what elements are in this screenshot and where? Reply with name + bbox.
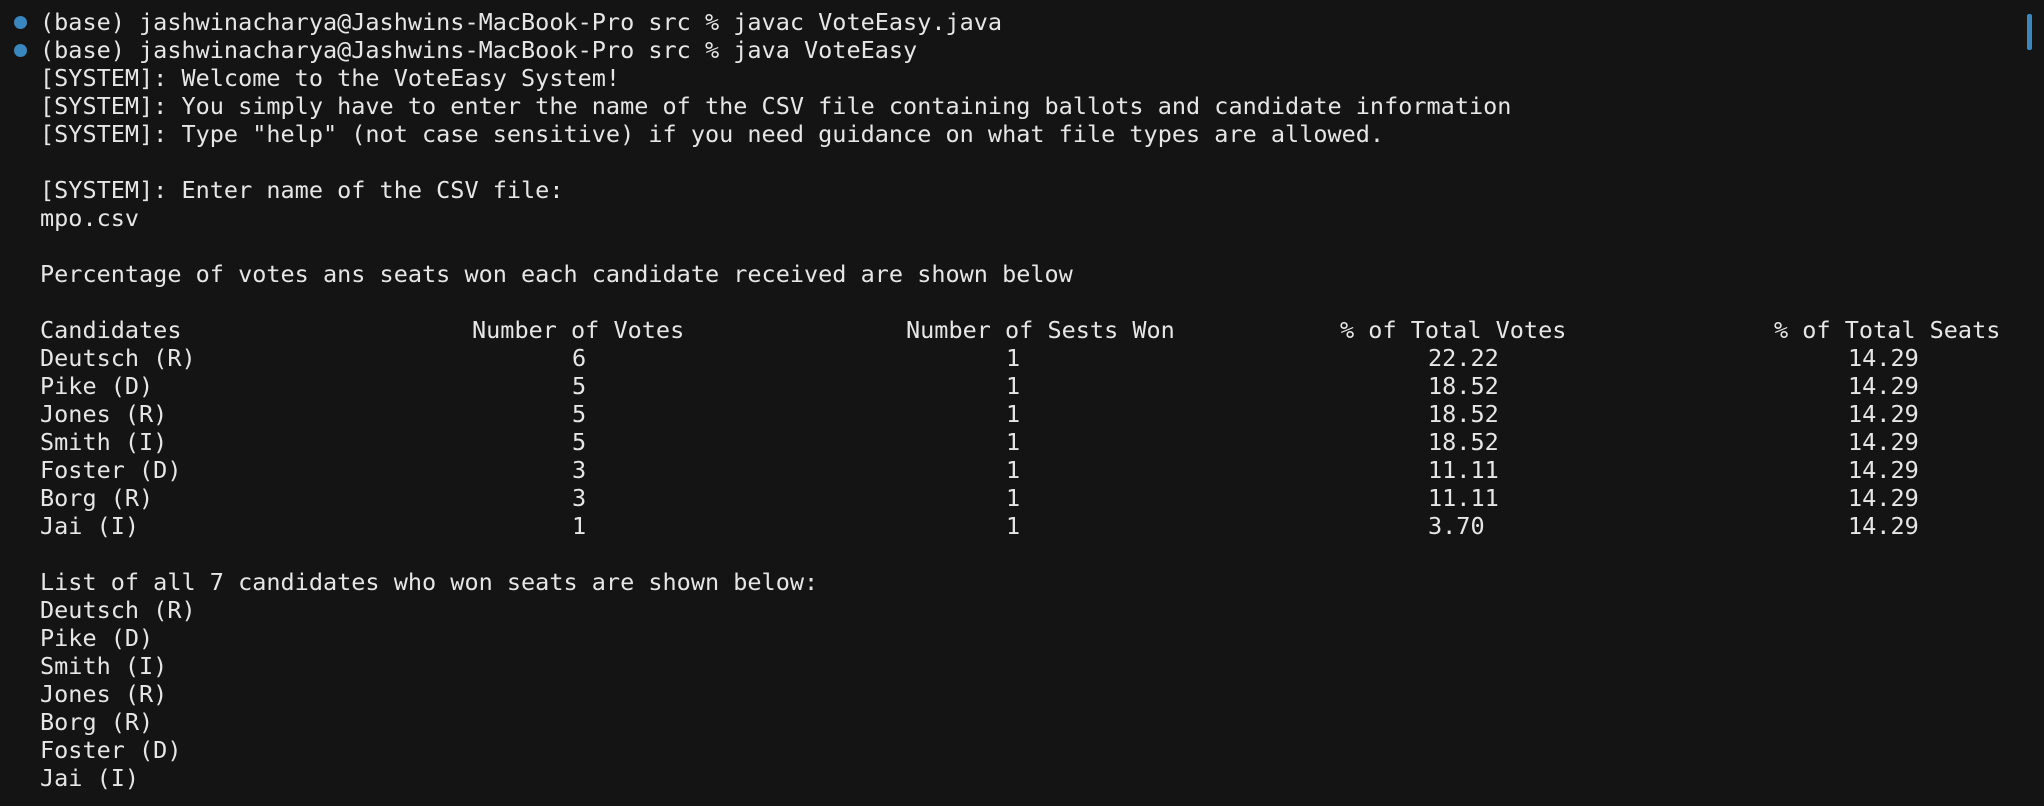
scrollbar-thumb[interactable]	[2027, 14, 2032, 50]
cell-votes: 6	[572, 344, 587, 372]
list-item: Borg (R)	[40, 708, 154, 736]
command-status-dot	[14, 16, 27, 29]
cell-votes: 1	[572, 512, 587, 540]
shell-prompt: (base) jashwinacharya@Jashwins-MacBook-P…	[40, 36, 734, 64]
cell-percent-votes: 18.52	[1428, 428, 1499, 456]
shell-prompt: (base) jashwinacharya@Jashwins-MacBook-P…	[40, 8, 734, 36]
cell-seats: 1	[1006, 344, 1021, 372]
cell-votes: 5	[572, 372, 587, 400]
list-item: Jai (I)	[40, 764, 140, 792]
results-intro-text: Percentage of votes ans seats won each c…	[40, 260, 1073, 288]
cell-seats: 1	[1006, 512, 1021, 540]
cell-seats: 1	[1006, 372, 1021, 400]
cell-percent-seats: 14.29	[1848, 512, 1919, 540]
cell-votes: 5	[572, 400, 587, 428]
cell-percent-seats: 14.29	[1848, 344, 1919, 372]
cell-candidate: Pike (D)	[40, 372, 154, 400]
cell-percent-seats: 14.29	[1848, 400, 1919, 428]
cell-percent-votes: 22.22	[1428, 344, 1499, 372]
command-line: (base) jashwinacharya@Jashwins-MacBook-P…	[40, 8, 1002, 36]
cell-percent-votes: 11.11	[1428, 456, 1499, 484]
header-number-of-votes: Number of Votes	[472, 316, 685, 344]
cell-percent-votes: 11.11	[1428, 484, 1499, 512]
system-enter-prompt: [SYSTEM]: Enter name of the CSV file:	[40, 176, 564, 204]
system-welcome-message: [SYSTEM]: Welcome to the VoteEasy System…	[40, 64, 621, 92]
header-percent-total-votes: % of Total Votes	[1340, 316, 1567, 344]
header-candidates: Candidates	[40, 316, 182, 344]
list-item: Pike (D)	[40, 624, 154, 652]
list-item: Deutsch (R)	[40, 596, 196, 624]
terminal-window[interactable]: (base) jashwinacharya@Jashwins-MacBook-P…	[0, 0, 2044, 806]
list-item: Jones (R)	[40, 680, 168, 708]
cell-percent-seats: 14.29	[1848, 456, 1919, 484]
cell-percent-votes: 18.52	[1428, 372, 1499, 400]
header-percent-total-seats: % of Total Seats	[1774, 316, 2001, 344]
cell-percent-votes: 18.52	[1428, 400, 1499, 428]
cell-candidate: Jones (R)	[40, 400, 168, 428]
cell-seats: 1	[1006, 456, 1021, 484]
cell-candidate: Deutsch (R)	[40, 344, 196, 372]
cell-seats: 1	[1006, 428, 1021, 456]
list-item: Smith (I)	[40, 652, 168, 680]
cell-votes: 3	[572, 484, 587, 512]
command-text: javac VoteEasy.java	[733, 8, 1003, 36]
cell-percent-votes: 3.70	[1428, 512, 1485, 540]
cell-votes: 5	[572, 428, 587, 456]
command-status-dot	[14, 44, 27, 57]
cell-candidate: Smith (I)	[40, 428, 168, 456]
cell-percent-seats: 14.29	[1848, 428, 1919, 456]
system-instructions-message: [SYSTEM]: You simply have to enter the n…	[40, 92, 1512, 120]
command-text: java VoteEasy	[733, 36, 918, 64]
cell-seats: 1	[1006, 484, 1021, 512]
header-number-of-seats-won: Number of Sests Won	[906, 316, 1175, 344]
system-help-hint: [SYSTEM]: Type "help" (not case sensitiv…	[40, 120, 1385, 148]
cell-votes: 3	[572, 456, 587, 484]
winners-intro-text: List of all 7 candidates who won seats a…	[40, 568, 819, 596]
cell-percent-seats: 14.29	[1848, 372, 1919, 400]
list-item: Foster (D)	[40, 736, 182, 764]
cell-candidate: Foster (D)	[40, 456, 182, 484]
cell-candidate: Jai (I)	[40, 512, 140, 540]
user-input-filename: mpo.csv	[40, 204, 140, 232]
cell-seats: 1	[1006, 400, 1021, 428]
cell-percent-seats: 14.29	[1848, 484, 1919, 512]
command-line: (base) jashwinacharya@Jashwins-MacBook-P…	[40, 36, 917, 64]
cell-candidate: Borg (R)	[40, 484, 154, 512]
